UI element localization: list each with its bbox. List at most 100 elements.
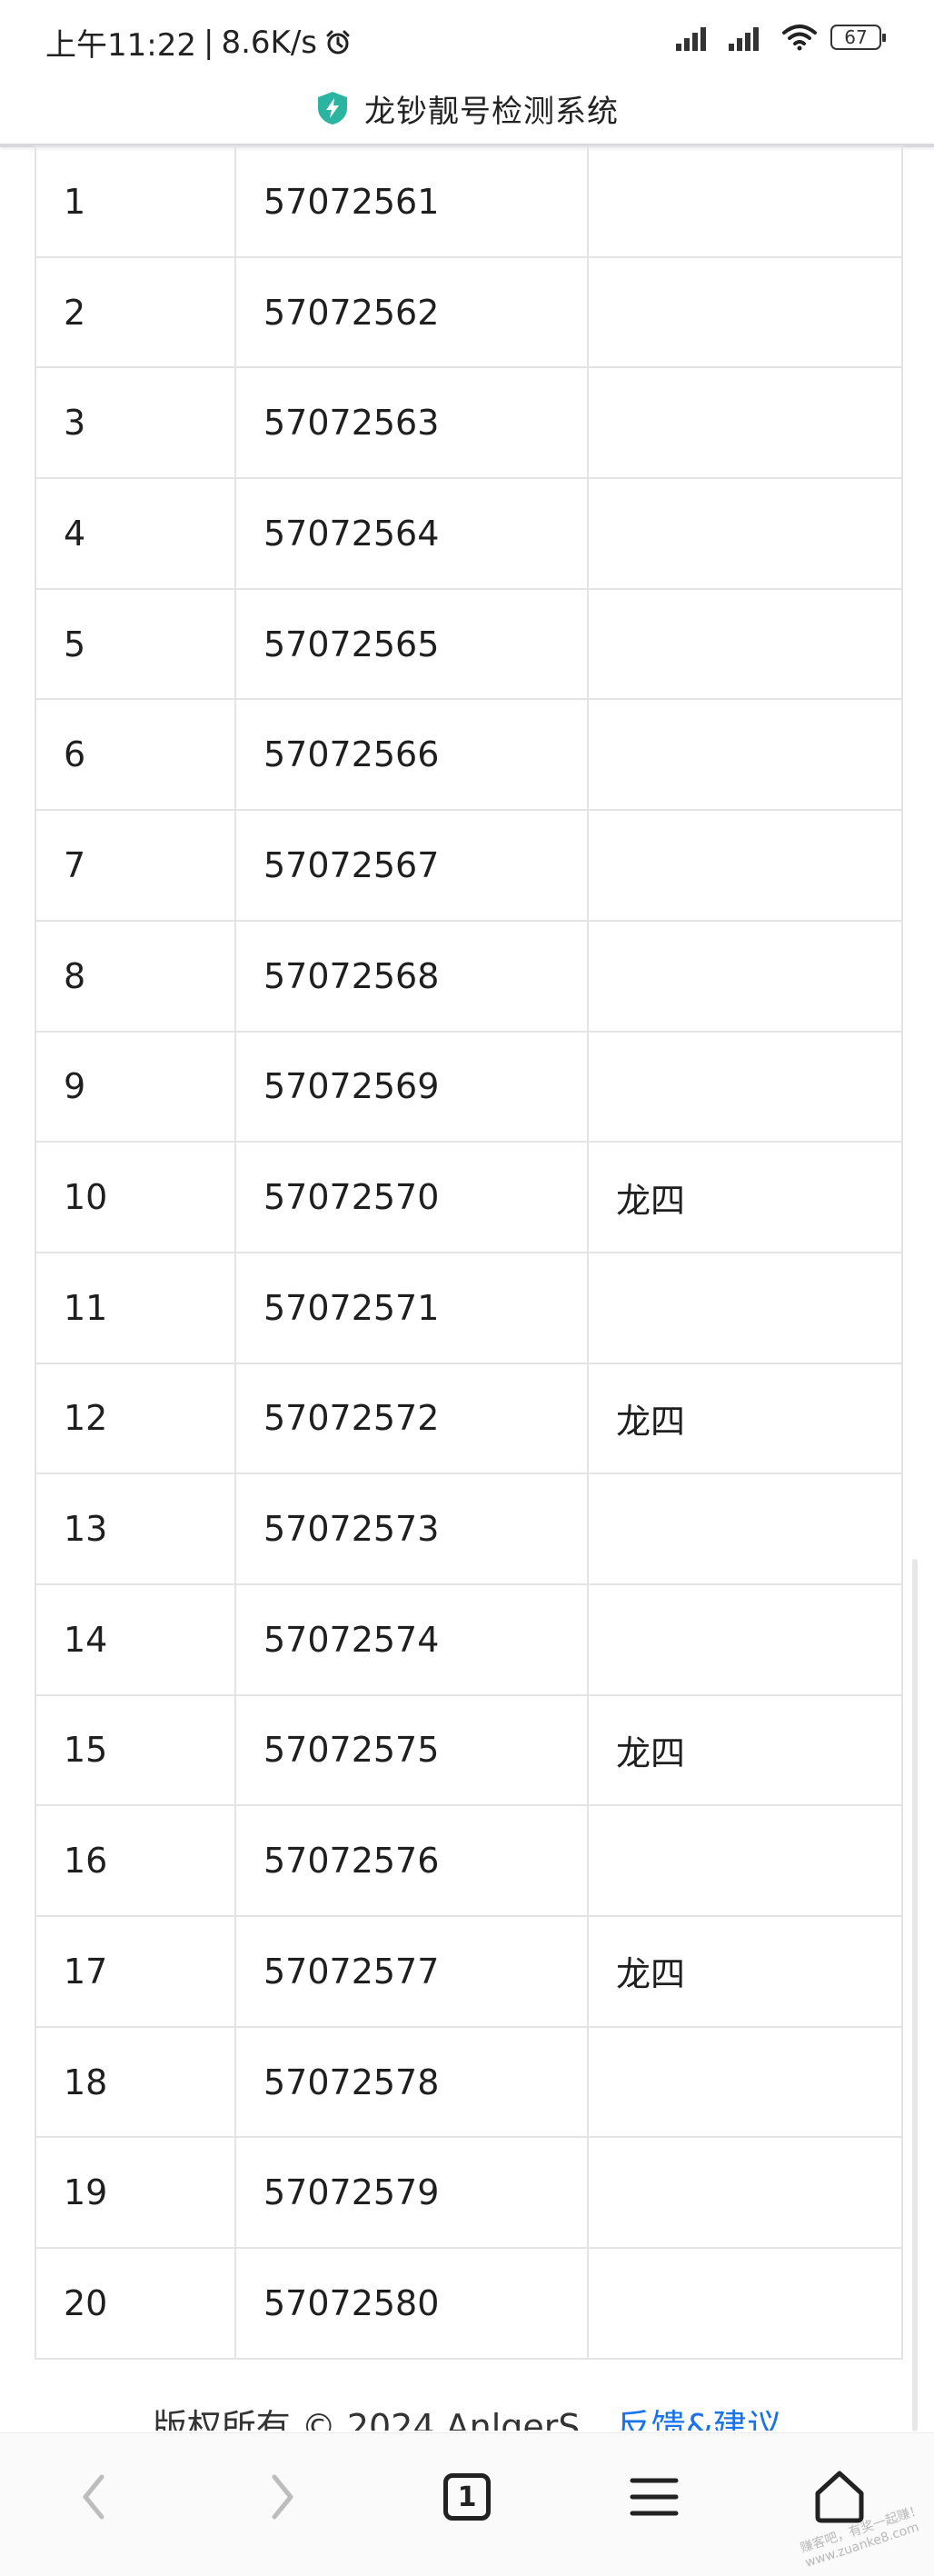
row-index: 8 xyxy=(35,919,236,1033)
table-row: 20 57072580 xyxy=(35,2247,903,2360)
row-tag xyxy=(587,1583,903,1696)
signal-hd-icon xyxy=(676,24,716,51)
home-icon xyxy=(815,2471,864,2523)
row-number: 57072574 xyxy=(234,1583,589,1696)
copyright-text: 版权所有 © 2024 AnlgerS xyxy=(152,2407,581,2431)
row-tag: 龙四 xyxy=(587,1141,903,1253)
row-index: 13 xyxy=(35,1473,236,1585)
row-index: 2 xyxy=(35,255,236,369)
row-tag xyxy=(587,1030,903,1143)
table-row: 16 57072576 xyxy=(35,1804,903,1917)
table-row: 19 57072579 xyxy=(35,2136,903,2250)
table-row: 15 57072575 龙四 xyxy=(35,1693,903,1807)
results-table: 1 57072561 2 57072562 3 57072563 4 57072564 5 570… xyxy=(35,145,903,2360)
row-tag xyxy=(587,587,903,701)
status-right: 67 xyxy=(676,24,886,51)
row-tag xyxy=(587,2136,903,2250)
row-number: 57072571 xyxy=(234,1251,589,1364)
table-row: 5 57072565 xyxy=(35,587,903,701)
table-row: 2 57072562 xyxy=(35,255,903,369)
table-row: 14 57072574 xyxy=(35,1583,903,1696)
row-tag xyxy=(587,2025,903,2139)
row-index: 9 xyxy=(35,1030,236,1143)
table-row: 13 57072573 xyxy=(35,1473,903,1585)
row-index: 12 xyxy=(35,1362,236,1475)
row-number: 57072562 xyxy=(234,255,589,369)
battery-indicator: 67 xyxy=(830,25,886,50)
menu-button[interactable] xyxy=(618,2461,691,2533)
table-row: 4 57072564 xyxy=(35,477,903,590)
row-index: 4 xyxy=(35,477,236,590)
row-number: 57072573 xyxy=(234,1473,589,1585)
row-index: 15 xyxy=(35,1693,236,1807)
browser-bottom-nav: 1 xyxy=(0,2432,934,2576)
row-index: 20 xyxy=(35,2247,236,2360)
status-left: 上午11:22 | 8.6K/s xyxy=(45,20,352,65)
tab-count-badge: 1 xyxy=(443,2473,491,2521)
row-number: 57072565 xyxy=(234,587,589,701)
row-index: 11 xyxy=(35,1251,236,1364)
row-index: 7 xyxy=(35,809,236,922)
row-index: 6 xyxy=(35,698,236,812)
chevron-left-icon xyxy=(83,2474,104,2520)
row-tag xyxy=(587,145,903,258)
hamburger-menu-icon xyxy=(630,2478,679,2516)
row-tag xyxy=(587,2247,903,2360)
row-number: 57072579 xyxy=(234,2136,589,2250)
row-tag xyxy=(587,1251,903,1364)
back-button[interactable] xyxy=(58,2461,131,2533)
row-tag xyxy=(587,1473,903,1585)
row-index: 14 xyxy=(35,1583,236,1696)
row-number: 57072577 xyxy=(234,1915,589,2028)
results-table-container: 1 57072561 2 57072562 3 57072563 4 57072564 5 570… xyxy=(35,145,903,2360)
row-tag xyxy=(587,809,903,922)
tabs-button[interactable]: 1 xyxy=(431,2461,503,2533)
signal-hd-icon xyxy=(729,24,769,51)
page-title: 龙钞靓号检测系统 xyxy=(364,93,619,130)
row-tag: 龙四 xyxy=(587,1693,903,1807)
status-divider: | xyxy=(203,24,214,61)
row-index: 17 xyxy=(35,1915,236,2028)
shield-bolt-icon xyxy=(318,92,347,125)
page-scrollbar[interactable] xyxy=(912,1559,918,2431)
row-number: 57072566 xyxy=(234,698,589,812)
table-row: 3 57072563 xyxy=(35,366,903,480)
row-index: 5 xyxy=(35,587,236,701)
row-tag xyxy=(587,1804,903,1917)
row-number: 57072563 xyxy=(234,366,589,480)
feedback-link[interactable]: 反馈&建议 xyxy=(617,2407,782,2431)
row-index: 19 xyxy=(35,2136,236,2250)
row-number: 57072564 xyxy=(234,477,589,590)
table-row: 11 57072571 xyxy=(35,1251,903,1364)
row-number: 57072575 xyxy=(234,1693,589,1807)
table-row: 1 57072561 xyxy=(35,145,903,258)
row-tag xyxy=(587,698,903,812)
row-number: 57072569 xyxy=(234,1030,589,1143)
row-index: 3 xyxy=(35,366,236,480)
row-number: 57072567 xyxy=(234,809,589,922)
table-row: 12 57072572 龙四 xyxy=(35,1362,903,1475)
results-table-body: 1 57072561 2 57072562 3 57072563 4 57072564 5 570… xyxy=(35,145,903,2360)
row-tag xyxy=(587,366,903,480)
row-tag: 龙四 xyxy=(587,1362,903,1475)
page-header: 龙钞靓号检测系统 xyxy=(0,73,934,147)
forward-button[interactable] xyxy=(245,2461,318,2533)
table-row: 7 57072567 xyxy=(35,809,903,922)
row-number: 57072570 xyxy=(234,1141,589,1253)
table-row: 6 57072566 xyxy=(35,698,903,812)
row-number: 57072578 xyxy=(234,2025,589,2139)
chevron-right-icon xyxy=(272,2474,293,2520)
table-row: 10 57072570 龙四 xyxy=(35,1141,903,1253)
wifi-icon xyxy=(782,25,817,51)
alarm-clock-icon xyxy=(326,30,350,54)
status-time: 上午11:22 xyxy=(45,27,196,64)
row-number: 57072572 xyxy=(234,1362,589,1475)
row-tag xyxy=(587,255,903,369)
row-number: 57072561 xyxy=(234,145,589,258)
row-index: 10 xyxy=(35,1141,236,1253)
row-index: 1 xyxy=(35,145,236,258)
table-row: 8 57072568 xyxy=(35,919,903,1033)
row-index: 16 xyxy=(35,1804,236,1917)
row-index: 18 xyxy=(35,2025,236,2139)
row-tag xyxy=(587,919,903,1033)
